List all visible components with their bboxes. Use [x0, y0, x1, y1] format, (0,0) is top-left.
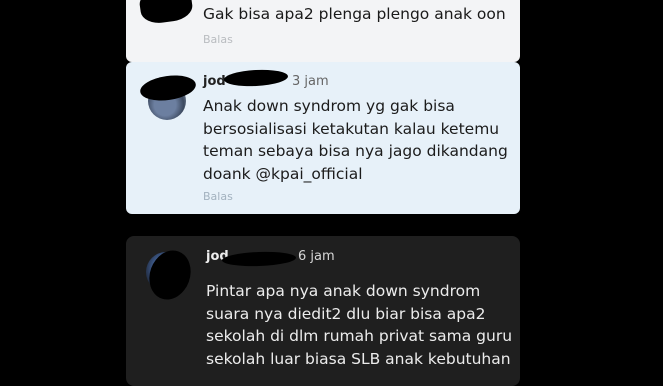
- timestamp: 3 jam: [292, 74, 329, 89]
- redaction-scribble: [137, 0, 195, 26]
- comment-card-2: jod 3 jam Anak down syndrom yg gak bisa …: [126, 62, 520, 214]
- comment-text: Pintar apa nya anak down syndrom suara n…: [206, 282, 513, 368]
- username-redaction: [221, 250, 297, 268]
- username[interactable]: jod: [203, 74, 226, 89]
- comment-card-1: Gak bisa apa2 plenga plengo anak oon Bal…: [126, 0, 520, 62]
- redaction-scribble: [142, 244, 198, 306]
- comment-card-3: jod 6 jam Pintar apa nya anak down syndr…: [126, 236, 520, 386]
- timestamp: 6 jam: [298, 249, 335, 264]
- reply-button[interactable]: Balas: [203, 190, 233, 203]
- comment-text: Gak bisa apa2 plenga plengo anak oon: [203, 5, 506, 23]
- reply-button[interactable]: Balas: [203, 33, 233, 46]
- comment-text: Anak down syndrom yg gak bisa bersosiali…: [203, 97, 508, 183]
- username-redaction: [223, 68, 289, 88]
